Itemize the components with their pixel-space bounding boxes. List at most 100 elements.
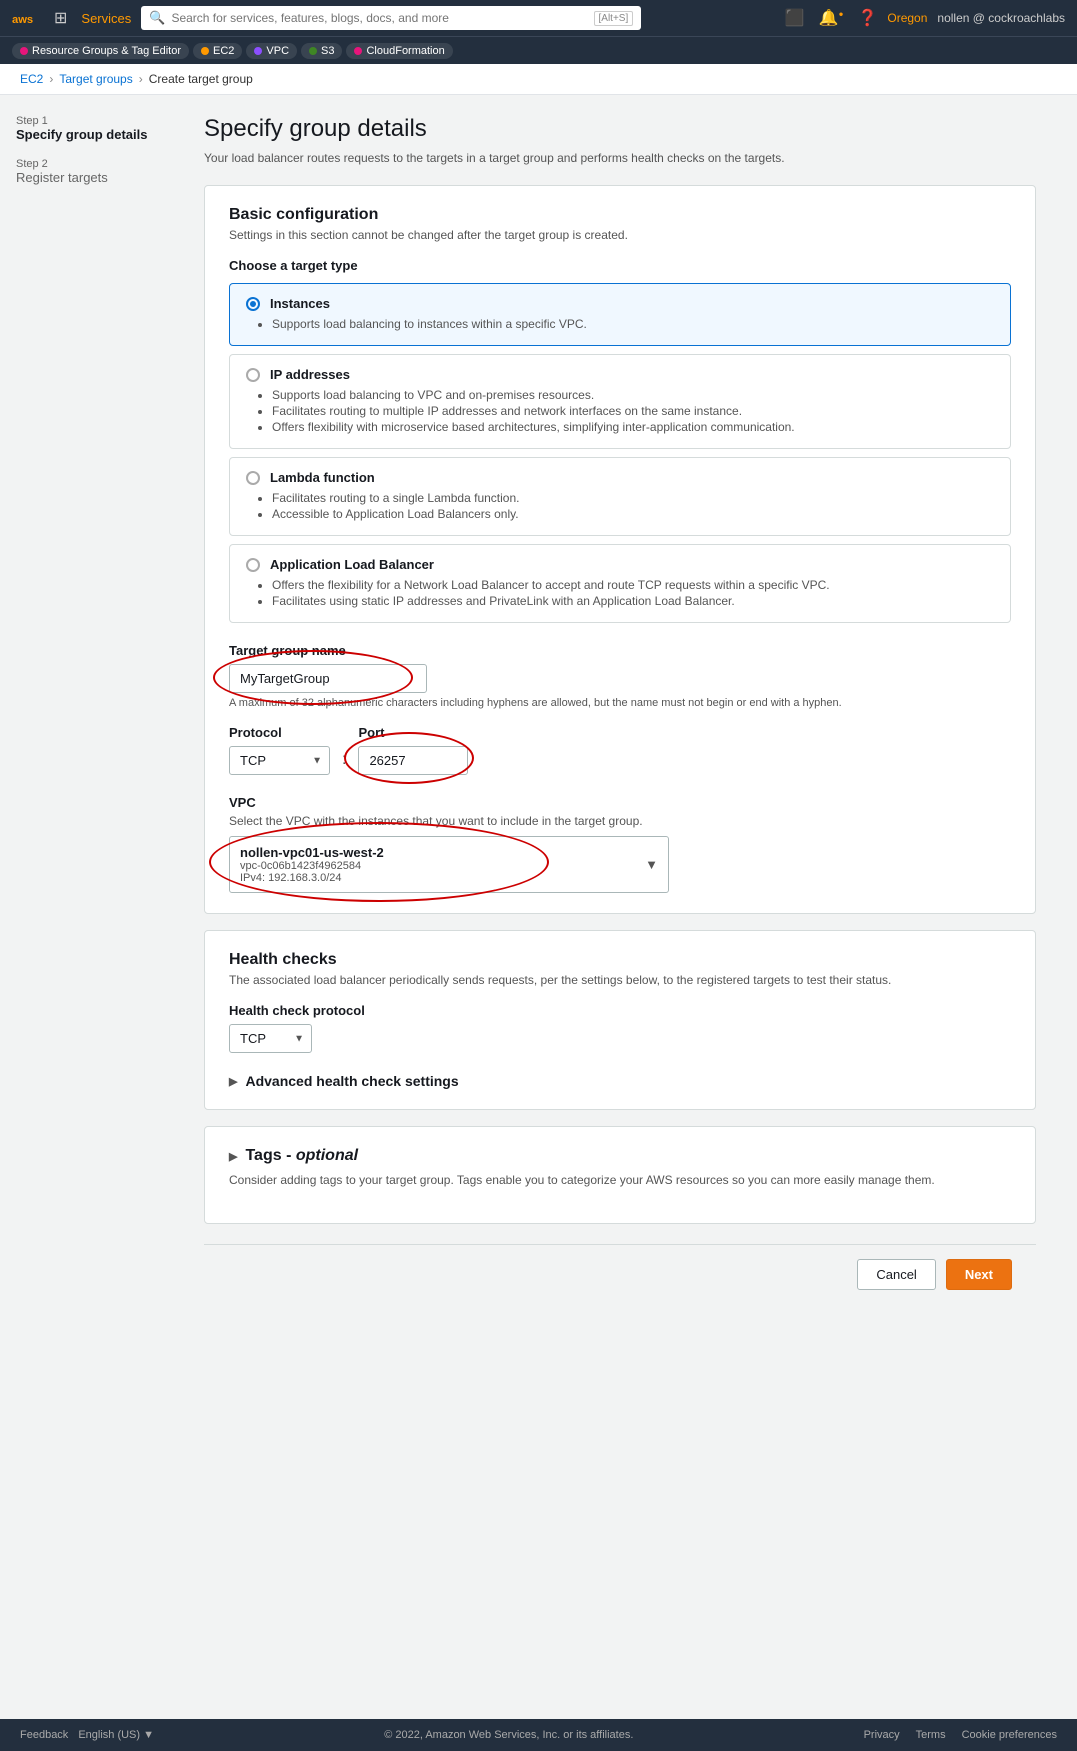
sidebar: Step 1 Specify group details Step 2 Regi… — [0, 95, 180, 1719]
service-bar: Resource Groups & Tag Editor EC2 VPC S3 … — [0, 36, 1077, 64]
service-pill-label: Resource Groups & Tag Editor — [32, 45, 181, 57]
protocol-select-wrap: TCP UDP TCP_UDP TLS ▼ — [229, 746, 330, 775]
service-pill-resource-groups[interactable]: Resource Groups & Tag Editor — [12, 43, 189, 59]
basic-config-title: Basic configuration — [229, 206, 1011, 224]
step-1-label[interactable]: Specify group details — [16, 127, 164, 142]
basic-config-card: Basic configuration Settings in this sec… — [204, 185, 1036, 914]
footer-links: Privacy Terms Cookie preferences — [864, 1729, 1057, 1741]
footer-left: Feedback English (US) ▼ — [20, 1729, 154, 1741]
cancel-button[interactable]: Cancel — [857, 1259, 935, 1290]
breadcrumb-sep-2: › — [139, 72, 143, 86]
target-group-name-label: Target group name — [229, 643, 1011, 658]
lambda-bullet-2: Accessible to Application Load Balancers… — [272, 507, 994, 521]
service-pill-label: S3 — [321, 45, 334, 57]
target-ip-bullets: Supports load balancing to VPC and on-pr… — [246, 388, 994, 436]
target-type-alb[interactable]: Application Load Balancer Offers the fle… — [229, 544, 1011, 623]
top-nav: aws ⊞ Services 🔍 [Alt+S] ⬛ 🔔● ❓ Oregon n… — [0, 0, 1077, 36]
tags-card: ▶ Tags - optional Consider adding tags t… — [204, 1126, 1036, 1224]
instances-bullet-1: Supports load balancing to instances wit… — [272, 317, 994, 331]
aws-logo[interactable]: aws — [12, 8, 44, 28]
colon-separator: : — [342, 751, 346, 775]
breadcrumb-target-groups[interactable]: Target groups — [59, 72, 132, 86]
port-input-wrap — [358, 746, 468, 775]
target-group-name-input[interactable] — [229, 664, 427, 693]
footer-copyright: © 2022, Amazon Web Services, Inc. or its… — [154, 1729, 864, 1741]
language-selector[interactable]: English (US) ▼ — [78, 1729, 154, 1741]
tags-toggle[interactable]: ▶ Tags - optional — [229, 1147, 1011, 1165]
radio-ip[interactable] — [246, 368, 260, 382]
target-type-lambda[interactable]: Lambda function Facilitates routing to a… — [229, 457, 1011, 536]
cookie-preferences-link[interactable]: Cookie preferences — [962, 1729, 1057, 1741]
terms-link[interactable]: Terms — [916, 1729, 946, 1741]
service-pill-label: VPC — [266, 45, 289, 57]
search-input[interactable] — [171, 11, 587, 25]
search-shortcut: [Alt+S] — [594, 11, 634, 26]
sidebar-step-1: Step 1 Specify group details — [16, 115, 164, 142]
sidebar-step-2: Step 2 Register targets — [16, 158, 164, 185]
target-alb-label: Application Load Balancer — [270, 557, 434, 572]
port-input[interactable] — [358, 746, 468, 775]
step-2-label[interactable]: Register targets — [16, 170, 164, 185]
main-content: Specify group details Your load balancer… — [180, 95, 1060, 1719]
target-type-ip[interactable]: IP addresses Supports load balancing to … — [229, 354, 1011, 449]
vpc-label: VPC — [229, 795, 1011, 810]
advanced-health-check-toggle[interactable]: ▶ Advanced health check settings — [229, 1073, 1011, 1089]
health-checks-subtitle: The associated load balancer periodicall… — [229, 973, 1011, 987]
radio-instances[interactable] — [246, 297, 260, 311]
bell-icon[interactable]: 🔔● — [819, 8, 844, 28]
target-ip-label: IP addresses — [270, 367, 350, 382]
choose-target-label: Choose a target type — [229, 258, 1011, 273]
health-check-protocol-select[interactable]: TCP HTTP HTTPS — [229, 1024, 312, 1053]
svg-text:aws: aws — [12, 14, 33, 26]
protocol-select[interactable]: TCP UDP TCP_UDP TLS — [229, 746, 330, 775]
target-lambda-label: Lambda function — [270, 470, 375, 485]
vpc-dropdown[interactable]: nollen-vpc01-us-west-2 vpc-0c06b1423f496… — [229, 836, 669, 893]
grid-icon[interactable]: ⊞ — [54, 8, 67, 28]
service-pill-label: CloudFormation — [366, 45, 444, 57]
advanced-health-check-label: Advanced health check settings — [245, 1073, 458, 1089]
step-2-num: Step 2 — [16, 158, 164, 170]
service-pill-cloudformation[interactable]: CloudFormation — [346, 43, 452, 59]
alb-bullet-2: Facilitates using static IP addresses an… — [272, 594, 994, 608]
protocol-port-row: Protocol TCP UDP TCP_UDP TLS ▼ : Port — [229, 725, 1011, 775]
breadcrumb-ec2[interactable]: EC2 — [20, 72, 43, 86]
vpc-dropdown-arrow: ▼ — [645, 857, 658, 872]
target-group-name-help: A maximum of 32 alphanumeric characters … — [229, 697, 1011, 709]
services-label[interactable]: Services — [81, 11, 131, 26]
protocol-group: Protocol TCP UDP TCP_UDP TLS ▼ — [229, 725, 330, 775]
health-checks-title: Health checks — [229, 951, 1011, 969]
tags-subtitle: Consider adding tags to your target grou… — [229, 1173, 1011, 1187]
basic-config-subtitle: Settings in this section cannot be chang… — [229, 228, 1011, 242]
search-bar[interactable]: 🔍 [Alt+S] — [141, 6, 641, 30]
service-pill-vpc[interactable]: VPC — [246, 43, 297, 59]
privacy-link[interactable]: Privacy — [864, 1729, 900, 1741]
radio-lambda[interactable] — [246, 471, 260, 485]
health-check-protocol-section: Health check protocol TCP HTTP HTTPS ▼ — [229, 1003, 1011, 1053]
vpc-info: nollen-vpc01-us-west-2 vpc-0c06b1423f496… — [240, 845, 384, 884]
service-pill-ec2[interactable]: EC2 — [193, 43, 242, 59]
ip-bullet-2: Facilitates routing to multiple IP addre… — [272, 404, 994, 418]
target-lambda-bullets: Facilitates routing to a single Lambda f… — [246, 491, 994, 523]
step-1-num: Step 1 — [16, 115, 164, 127]
next-button[interactable]: Next — [946, 1259, 1012, 1290]
search-icon: 🔍 — [149, 10, 165, 26]
service-pill-s3[interactable]: S3 — [301, 43, 342, 59]
tags-title: Tags - optional — [245, 1147, 358, 1165]
health-check-protocol-label: Health check protocol — [229, 1003, 1011, 1018]
tags-arrow-icon: ▶ — [229, 1150, 237, 1163]
feedback-link[interactable]: Feedback — [20, 1729, 68, 1741]
region-selector[interactable]: Oregon — [887, 11, 927, 25]
radio-alb[interactable] — [246, 558, 260, 572]
target-instances-bullets: Supports load balancing to instances wit… — [246, 317, 994, 333]
vpc-section: VPC Select the VPC with the instances th… — [229, 795, 1011, 893]
breadcrumb-current: Create target group — [149, 72, 253, 86]
help-icon[interactable]: ❓ — [857, 8, 877, 28]
target-type-instances[interactable]: Instances Supports load balancing to ins… — [229, 283, 1011, 346]
port-label: Port — [358, 725, 468, 740]
footer-actions: Cancel Next — [204, 1244, 1036, 1304]
terminal-icon[interactable]: ⬛ — [785, 8, 805, 28]
alb-bullet-1: Offers the flexibility for a Network Loa… — [272, 578, 994, 592]
target-instances-label: Instances — [270, 296, 330, 311]
vpc-help: Select the VPC with the instances that y… — [229, 814, 1011, 828]
user-menu[interactable]: nollen @ cockroachlabs — [937, 11, 1065, 25]
